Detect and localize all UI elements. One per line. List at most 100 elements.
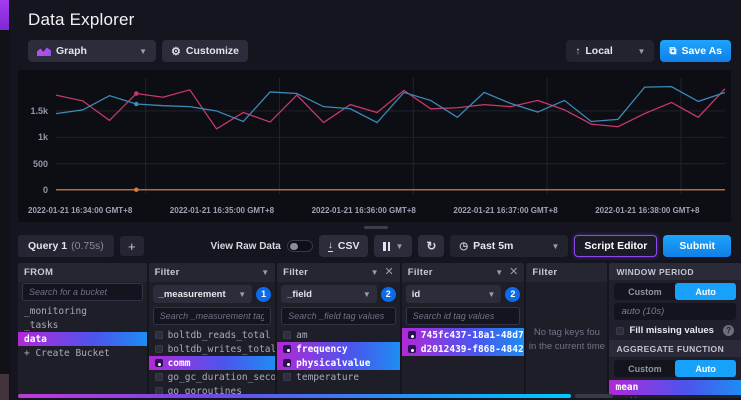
chevron-down-icon[interactable]: ▼ xyxy=(371,268,379,277)
from-title: FROM xyxy=(24,267,53,278)
list-item[interactable]: physicalvalue xyxy=(277,356,400,370)
filter-key-dropdown[interactable]: _field ▼ xyxy=(281,285,377,303)
fill-missing-checkbox[interactable] xyxy=(616,327,624,335)
chevron-down-icon: ▼ xyxy=(363,290,371,299)
x-tick-label: 2022-01-21 16:36:00 GMT+8 xyxy=(306,206,448,215)
list-item[interactable]: d2012439-f868-4842-bfef-8… xyxy=(402,342,525,356)
filter-key-dropdown[interactable]: id ▼ xyxy=(406,285,502,303)
local-label: Local xyxy=(585,45,612,57)
filter-panel-field: Filter ▼ ✕ _field ▼ 2 amfrequencyphysica… xyxy=(277,263,400,398)
visualization-type-dropdown[interactable]: Graph ▼ xyxy=(28,40,156,62)
filter-panel-header: Filter ▼ xyxy=(149,263,276,282)
list-item[interactable]: median xyxy=(609,395,741,398)
list-item[interactable]: + Create Bucket xyxy=(18,346,147,360)
filter-title: Filter xyxy=(408,267,433,278)
bucket-search-input[interactable] xyxy=(22,283,143,301)
chart-panel: 1.5k1k5000 2022-01-21 16:34:00 GMT+82022… xyxy=(18,70,731,222)
window-period-mode-toggle: Custom Auto xyxy=(614,283,736,300)
horizontal-scrollbar-track[interactable] xyxy=(575,394,613,398)
graph-dropdown-label: Graph xyxy=(56,45,87,57)
close-icon[interactable]: ✕ xyxy=(509,267,518,278)
x-tick-label: 2022-01-21 16:37:00 GMT+8 xyxy=(447,206,589,215)
window-period-header: WINDOW PERIOD xyxy=(609,263,741,280)
horizontal-scrollbar[interactable] xyxy=(18,394,571,398)
window-auto-button[interactable]: Auto xyxy=(675,283,736,300)
checkbox xyxy=(408,331,416,339)
list-item[interactable]: go_gc_duration_seconds xyxy=(149,370,276,384)
save-as-button[interactable]: ⧉ Save As xyxy=(660,40,731,62)
customize-button[interactable]: ⚙ Customize xyxy=(162,40,248,62)
nav-bottom-item[interactable] xyxy=(0,374,9,400)
list-item[interactable]: mean xyxy=(609,380,741,395)
time-range-dropdown[interactable]: ◷ Past 5m ▼ xyxy=(450,235,568,257)
clock-icon: ◷ xyxy=(459,241,468,252)
chevron-down-icon[interactable]: ▼ xyxy=(495,268,503,277)
checkbox xyxy=(155,331,163,339)
chart-canvas[interactable] xyxy=(56,78,725,194)
view-raw-data-toggle[interactable] xyxy=(287,240,313,252)
help-icon[interactable]: ? xyxy=(723,325,734,336)
y-tick-label: 1k xyxy=(38,132,48,142)
pause-dropdown-button[interactable]: ▼ xyxy=(374,235,412,257)
toggle-knob xyxy=(290,243,298,250)
list-item[interactable]: comm xyxy=(149,356,276,370)
list-item[interactable]: boltdb_writes_total xyxy=(149,342,276,356)
refresh-button[interactable]: ↻ xyxy=(418,235,444,257)
list-item[interactable]: am xyxy=(277,328,400,342)
list-item[interactable]: 745fc437-18a1-48d7-98a6-7… xyxy=(402,328,525,342)
chevron-down-icon[interactable]: ▼ xyxy=(261,268,269,277)
filter-item-list: boltdb_reads_totalboltdb_writes_totalcom… xyxy=(149,328,276,398)
filter-panel-header: Filter ▼ ✕ xyxy=(402,263,525,282)
window-custom-button[interactable]: Custom xyxy=(614,283,675,300)
query-duration: (0.75s) xyxy=(71,240,104,252)
filter-panel-empty: Filter No tag keys fou in the current ti… xyxy=(526,263,607,398)
csv-download-button[interactable]: ↓ CSV xyxy=(319,235,369,257)
x-tick-label: 2022-01-21 16:34:00 GMT+8 xyxy=(22,206,164,215)
filter-key-label: _measurement xyxy=(159,289,226,300)
filter-title: Filter xyxy=(532,267,557,278)
add-query-button[interactable]: + xyxy=(120,236,144,256)
list-item[interactable]: data xyxy=(18,332,147,346)
aggregate-mode-toggle: Custom Auto xyxy=(614,360,736,377)
query-tab[interactable]: Query 1 (0.75s) xyxy=(18,235,114,257)
nav-logo-accent[interactable] xyxy=(0,0,9,30)
resize-handle[interactable] xyxy=(364,226,388,229)
aggregate-custom-button[interactable]: Custom xyxy=(614,360,675,377)
filter-key-label: id xyxy=(412,289,420,300)
script-editor-button[interactable]: Script Editor xyxy=(574,235,657,257)
submit-button[interactable]: Submit xyxy=(663,235,731,257)
checkbox xyxy=(283,373,291,381)
filter-key-dropdown[interactable]: _measurement ▼ xyxy=(153,285,253,303)
filter-panel-header: Filter xyxy=(526,263,607,282)
pause-icon xyxy=(383,242,390,251)
aggregate-function-list: meanmedianlast xyxy=(609,380,741,398)
filter-search-input[interactable] xyxy=(406,307,521,325)
x-tick-label: 2022-01-21 16:35:00 GMT+8 xyxy=(164,206,306,215)
chevron-down-icon: ▼ xyxy=(487,290,495,299)
y-axis-labels: 1.5k1k5000 xyxy=(18,78,52,194)
bucket-list: _monitoring_tasksdata+ Create Bucket xyxy=(18,304,147,398)
checkbox xyxy=(155,373,163,381)
list-item[interactable]: frequency xyxy=(277,342,400,356)
aggregate-auto-button[interactable]: Auto xyxy=(675,360,736,377)
local-dropdown[interactable]: ↑ Local ▼ xyxy=(566,40,654,62)
close-icon[interactable]: ✕ xyxy=(385,267,394,278)
filter-item-list: amfrequencyphysicalvaluetemperature xyxy=(277,328,400,398)
checkbox xyxy=(283,359,291,367)
fill-missing-label: Fill missing values xyxy=(629,325,718,336)
filter-search-input[interactable] xyxy=(281,307,396,325)
list-item[interactable]: boltdb_reads_total xyxy=(149,328,276,342)
upload-icon: ↑ xyxy=(575,46,580,57)
customize-label: Customize xyxy=(186,45,239,57)
selected-count-badge: 2 xyxy=(505,287,520,302)
toolbar: Graph ▼ ⚙ Customize ↑ Local ▼ ⧉ Save As xyxy=(28,40,731,62)
list-item[interactable]: _tasks xyxy=(18,318,147,332)
aggregate-function-header: AGGREGATE FUNCTION xyxy=(609,340,741,357)
window-period-value[interactable]: auto (10s) xyxy=(614,303,736,320)
list-item[interactable]: temperature xyxy=(277,370,400,384)
save-as-label: Save As xyxy=(682,45,722,57)
list-item[interactable]: _monitoring xyxy=(18,304,147,318)
panel-divider xyxy=(10,225,741,231)
filter-search-input[interactable] xyxy=(153,307,272,325)
download-icon: ↓ xyxy=(328,241,333,252)
